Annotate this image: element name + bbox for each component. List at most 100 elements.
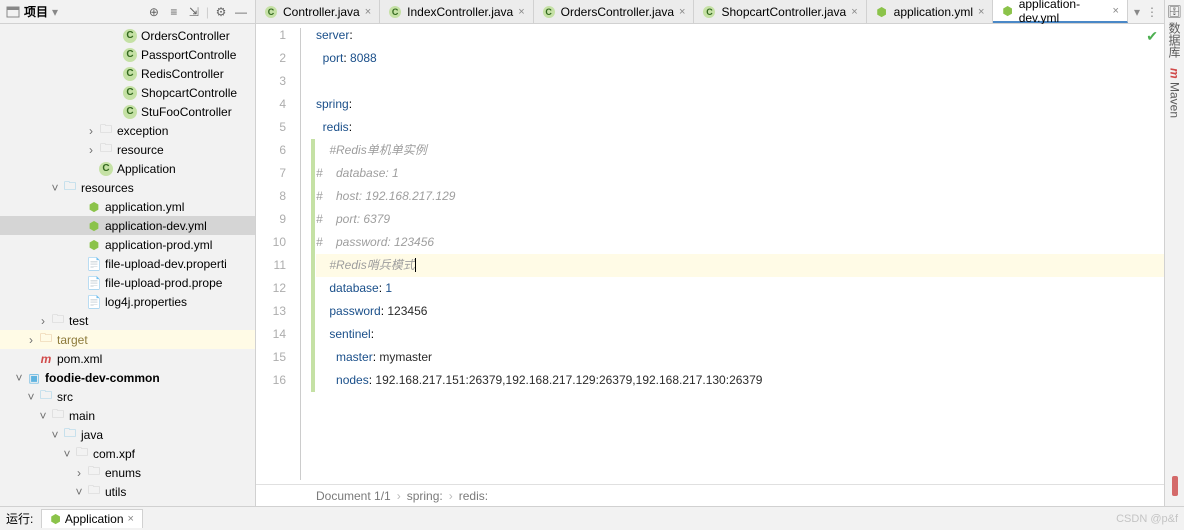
editor-tab[interactable]: CShopcartController.java× bbox=[694, 0, 866, 23]
tree-item[interactable]: ˅🗀utils bbox=[0, 482, 255, 501]
tree-label: java bbox=[81, 428, 103, 442]
chevron-right-icon[interactable]: › bbox=[24, 333, 38, 347]
error-stripe-marker[interactable] bbox=[1172, 476, 1178, 496]
editor-tab[interactable]: ⬢application.yml× bbox=[867, 0, 994, 23]
maven-icon: m bbox=[1168, 68, 1182, 79]
editor-tab[interactable]: CController.java× bbox=[256, 0, 380, 23]
tree-label: RedisController bbox=[141, 67, 224, 81]
run-tab[interactable]: ⬢ Application × bbox=[41, 509, 143, 528]
code-line[interactable]: # port: 6379 bbox=[316, 208, 1164, 231]
tree-item[interactable]: ›🗀target bbox=[0, 330, 255, 349]
hide-icon[interactable]: — bbox=[233, 4, 249, 20]
more-icon[interactable]: ⋮ bbox=[1146, 5, 1158, 19]
code-line[interactable]: nodes: 192.168.217.151:26379,192.168.217… bbox=[316, 369, 1164, 392]
chevron-down-icon[interactable]: ˅ bbox=[12, 371, 26, 385]
code-line[interactable]: # host: 192.168.217.129 bbox=[316, 185, 1164, 208]
chevron-down-icon[interactable]: ˅ bbox=[48, 428, 62, 442]
tree-label: foodie-dev-common bbox=[45, 371, 160, 385]
right-tool-strip: 🗄数据库 mMaven bbox=[1164, 0, 1184, 506]
code-line[interactable]: sentinel: bbox=[316, 323, 1164, 346]
code-line[interactable]: # password: 123456 bbox=[316, 231, 1164, 254]
tree-item[interactable]: 📄log4j.properties bbox=[0, 292, 255, 311]
close-icon[interactable]: × bbox=[978, 6, 984, 18]
close-icon[interactable]: × bbox=[679, 6, 685, 18]
chevron-down-icon[interactable]: ˅ bbox=[36, 409, 50, 423]
chevron-down-icon[interactable]: ˅ bbox=[72, 485, 86, 499]
editor-tab[interactable]: CIndexController.java× bbox=[380, 0, 534, 23]
collapse-all-icon[interactable]: ⇲ bbox=[186, 4, 202, 20]
code-line[interactable]: password: 123456 bbox=[316, 300, 1164, 323]
inspection-ok-icon[interactable]: ✔ bbox=[1146, 28, 1158, 45]
tree-item[interactable]: CRedisController bbox=[0, 64, 255, 83]
project-tree[interactable]: COrdersControllerCPassportControlleCRedi… bbox=[0, 24, 255, 506]
chevron-right-icon[interactable]: › bbox=[72, 466, 86, 480]
tree-item[interactable]: CPassportControlle bbox=[0, 45, 255, 64]
chevron-right-icon[interactable]: › bbox=[84, 124, 98, 138]
tree-label: resource bbox=[117, 143, 164, 157]
code-line[interactable]: server: bbox=[316, 24, 1164, 47]
code-area[interactable]: server: port: 8088 spring: redis: #Redis单… bbox=[316, 24, 1164, 484]
editor-tab[interactable]: COrdersController.java× bbox=[534, 0, 695, 23]
tree-label: PassportControlle bbox=[141, 48, 236, 62]
code-line[interactable]: port: 8088 bbox=[316, 47, 1164, 70]
code-line[interactable]: #Redis哨兵模式 bbox=[316, 254, 1164, 277]
tool-maven[interactable]: mMaven bbox=[1168, 68, 1182, 118]
tree-item[interactable]: 📄file-upload-prod.prope bbox=[0, 273, 255, 292]
close-icon[interactable]: × bbox=[851, 6, 857, 18]
tree-item[interactable]: ›🗀test bbox=[0, 311, 255, 330]
tree-item[interactable]: ˅🗀java bbox=[0, 425, 255, 444]
tree-item[interactable]: ˅🗀main bbox=[0, 406, 255, 425]
tree-item[interactable]: mpom.xml bbox=[0, 349, 255, 368]
select-opened-icon[interactable]: ⊕ bbox=[146, 4, 162, 20]
editor-body[interactable]: 12345678910111213141516 server: port: 80… bbox=[256, 24, 1164, 484]
tree-item[interactable]: ⬢application.yml bbox=[0, 197, 255, 216]
tree-item[interactable]: ˅🗀src bbox=[0, 387, 255, 406]
tree-item[interactable]: CStuFooController bbox=[0, 102, 255, 121]
breadcrumb[interactable]: Document 1/1 › spring: › redis: bbox=[256, 484, 1164, 506]
close-icon[interactable]: × bbox=[365, 6, 371, 18]
code-line[interactable]: #Redis单机单实例 bbox=[316, 139, 1164, 162]
tree-item[interactable]: ˅🗀com.xpf bbox=[0, 444, 255, 463]
close-icon[interactable]: × bbox=[128, 513, 134, 525]
code-line[interactable]: spring: bbox=[316, 93, 1164, 116]
tree-item[interactable]: 📄file-upload-dev.properti bbox=[0, 254, 255, 273]
tree-item[interactable]: ⬢application-prod.yml bbox=[0, 235, 255, 254]
code-line[interactable]: # database: 1 bbox=[316, 162, 1164, 185]
tree-item[interactable]: ›🗀resource bbox=[0, 140, 255, 159]
breadcrumb-item[interactable]: Document 1/1 bbox=[316, 489, 391, 503]
tree-item[interactable]: CApplication bbox=[0, 159, 255, 178]
tab-label: application.yml bbox=[894, 5, 973, 19]
chevron-down-icon[interactable]: ˅ bbox=[48, 181, 62, 195]
code-line[interactable] bbox=[316, 70, 1164, 93]
tree-label: application.yml bbox=[105, 200, 184, 214]
tree-label: application-prod.yml bbox=[105, 238, 212, 252]
breadcrumb-item[interactable]: spring: bbox=[407, 489, 443, 503]
tree-item[interactable]: ›🗀enums bbox=[0, 463, 255, 482]
dropdown-icon[interactable]: ▾ bbox=[52, 5, 58, 19]
tree-label: src bbox=[57, 390, 73, 404]
tree-item[interactable]: ›🗀exception bbox=[0, 121, 255, 140]
tree-label: pom.xml bbox=[57, 352, 102, 366]
breadcrumb-item[interactable]: redis: bbox=[459, 489, 488, 503]
code-line[interactable]: master: mymaster bbox=[316, 346, 1164, 369]
tree-item[interactable]: ˅▣foodie-dev-common bbox=[0, 368, 255, 387]
gear-icon[interactable]: ⚙ bbox=[213, 4, 229, 20]
tree-label: utils bbox=[105, 485, 126, 499]
tree-item[interactable]: COrdersController bbox=[0, 26, 255, 45]
chevron-right-icon[interactable]: › bbox=[84, 143, 98, 157]
tree-item[interactable]: ⬢application-dev.yml bbox=[0, 216, 255, 235]
editor-tab[interactable]: ⬢application-dev.yml× bbox=[993, 0, 1128, 23]
tree-item[interactable]: CShopcartControlle bbox=[0, 83, 255, 102]
close-icon[interactable]: × bbox=[1113, 5, 1119, 17]
close-icon[interactable]: × bbox=[518, 6, 524, 18]
dropdown-icon[interactable]: ▾ bbox=[1134, 5, 1140, 19]
code-line[interactable]: database: 1 bbox=[316, 277, 1164, 300]
tree-label: com.xpf bbox=[93, 447, 135, 461]
chevron-down-icon[interactable]: ˅ bbox=[60, 447, 74, 461]
chevron-down-icon[interactable]: ˅ bbox=[24, 390, 38, 404]
tool-database[interactable]: 🗄数据库 bbox=[1166, 4, 1183, 58]
expand-all-icon[interactable]: ≡ bbox=[166, 4, 182, 20]
tree-item[interactable]: ˅🗀resources bbox=[0, 178, 255, 197]
code-line[interactable]: redis: bbox=[316, 116, 1164, 139]
chevron-right-icon[interactable]: › bbox=[36, 314, 50, 328]
